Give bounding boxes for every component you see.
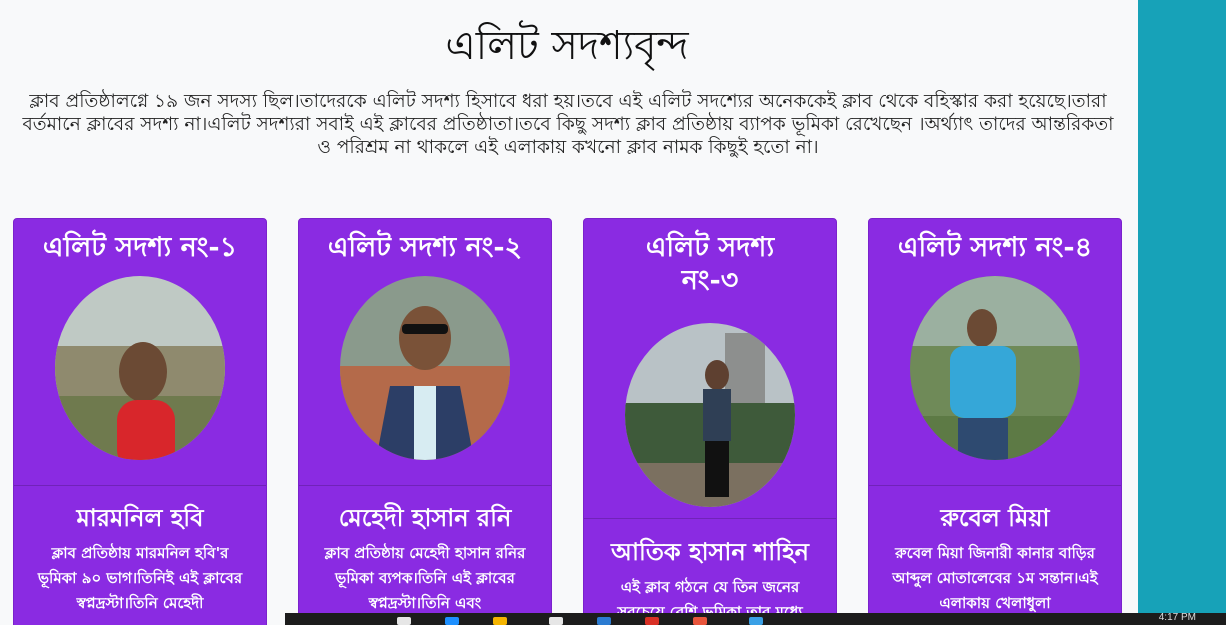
app-icon[interactable]: [693, 617, 707, 625]
card-title: এলিট সদশ্য নং-৩: [645, 232, 775, 296]
member-name: মারমনিল হবি: [76, 503, 204, 532]
member-photo: [910, 276, 1080, 460]
member-photo: [340, 276, 510, 460]
browser-icon[interactable]: [445, 617, 459, 625]
app-icon[interactable]: [549, 617, 563, 625]
folder-icon[interactable]: [493, 617, 507, 625]
taskbar: 4:17 PM: [285, 612, 1226, 625]
card-body: রুবেল মিয়া রুবেল মিয়া জিনারী কানার বাড…: [869, 503, 1121, 616]
member-name: মেহেদী হাসান রনি: [338, 503, 512, 532]
taskbar-clock: 4:17 PM: [1158, 612, 1196, 623]
card-title: এলিট সদশ্য নং-২: [327, 232, 523, 263]
card-title: এলিট সদশ্য নং-৪: [897, 232, 1093, 263]
member-name: আতিক হাসান শাহিন: [610, 537, 810, 566]
page-title: এলিট সদশ্যবৃন্দ: [445, 23, 689, 69]
member-card-3: এলিট সদশ্য নং-৩ আতিক হাসান শাহিন এই ক্লা…: [583, 218, 837, 625]
member-description: ক্লাব প্রতিষ্ঠায় মেহেদী হাসান রনির ভূমি…: [324, 544, 526, 612]
intro-paragraph: ক্লাব প্রতিষ্ঠালগ্নে ১৯ জন সদস্য ছিল।তাদ…: [22, 91, 1114, 158]
member-card-4: এলিট সদশ্য নং-৪ রুবেল মিয়া রুবেল মিয়া …: [868, 218, 1122, 625]
app-icon[interactable]: [597, 617, 611, 625]
card-divider: [14, 485, 266, 486]
card-divider: [584, 518, 836, 519]
member-photo: [55, 276, 225, 460]
member-name: রুবেল মিয়া: [940, 503, 1050, 532]
card-divider: [299, 485, 551, 486]
main-content: এলিট সদশ্যবৃন্দ ক্লাব প্রতিষ্ঠালগ্নে ১৯ …: [0, 0, 1138, 625]
card-body: মারমনিল হবি ক্লাব প্রতিষ্ঠায় মারমনিল হব…: [14, 503, 266, 616]
card-body: মেহেদী হাসান রনি ক্লাব প্রতিষ্ঠায় মেহেদ…: [299, 503, 551, 616]
app-icon[interactable]: [749, 617, 763, 625]
member-description: রুবেল মিয়া জিনারী কানার বাড়ির আব্দুল ম…: [892, 544, 1098, 612]
page: এলিট সদশ্যবৃন্দ ক্লাব প্রতিষ্ঠালগ্নে ১৯ …: [0, 0, 1226, 625]
card-body: আতিক হাসান শাহিন এই ক্লাব গঠনে যে তিন জন…: [584, 537, 836, 625]
member-description: ক্লাব প্রতিষ্ঠায় মারমনিল হবি'র ভূমিকা ৯…: [37, 544, 243, 612]
member-photo: [625, 323, 795, 507]
side-strip: [1138, 0, 1226, 625]
card-title: এলিট সদশ্য নং-১: [42, 232, 238, 263]
file-explorer-icon[interactable]: [397, 617, 411, 625]
app-icon[interactable]: [645, 617, 659, 625]
member-card-2: এলিট সদশ্য নং-২ মেহেদী হাসান রনি ক্লাব প…: [298, 218, 552, 625]
member-card-1: এলিট সদশ্য নং-১ মারমনিল হবি ক্লাব প্রতিষ…: [13, 218, 267, 625]
card-divider: [869, 485, 1121, 486]
